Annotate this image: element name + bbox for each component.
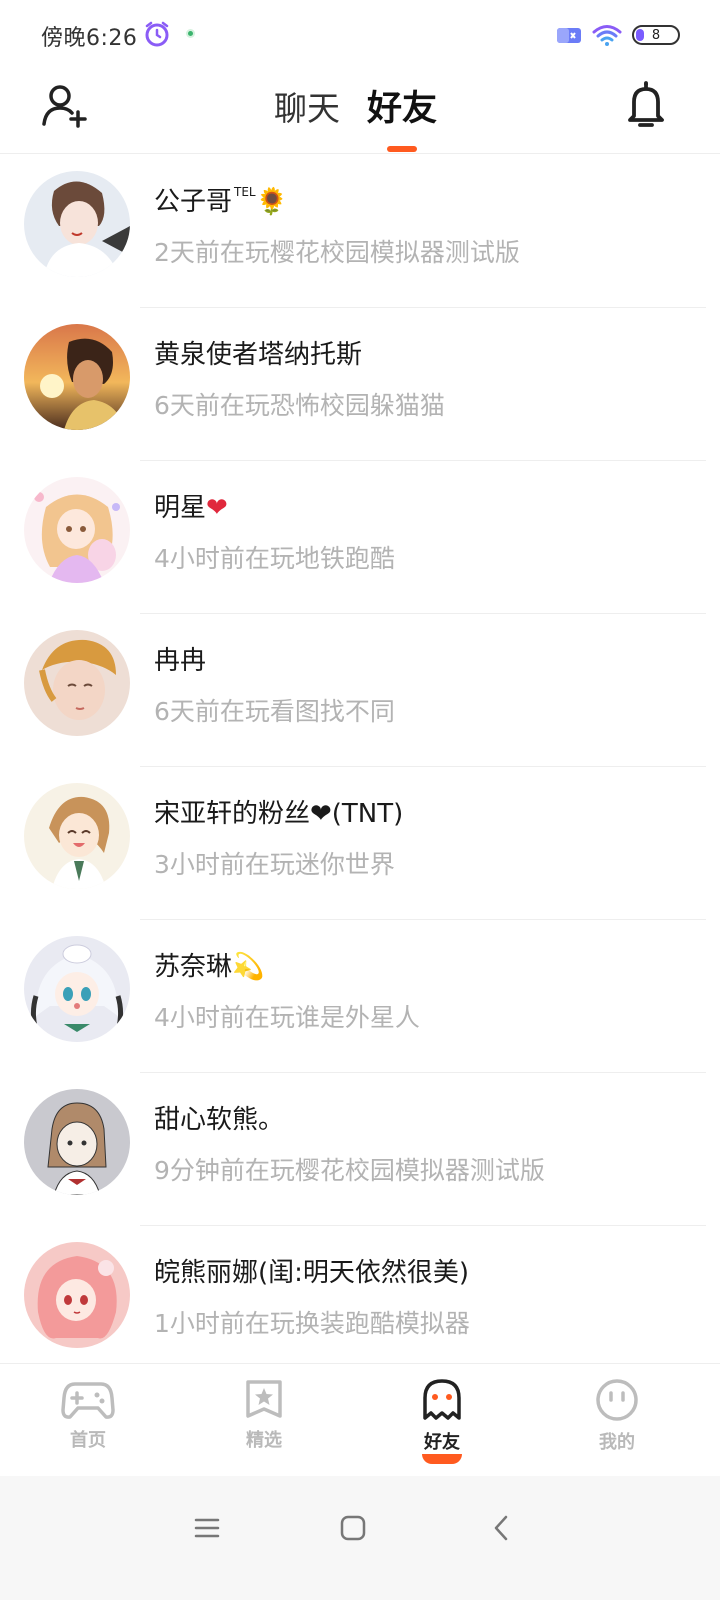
friend-activity: 4小时前在玩地铁跑酷 (154, 544, 395, 573)
avatar[interactable] (24, 477, 130, 583)
friend-activity: 2天前在玩樱花校园模拟器测试版 (154, 238, 520, 267)
nav-friends-label: 好友 (424, 1432, 460, 1453)
heart-emoji: ❤ (206, 493, 228, 523)
battery-level: 8 (651, 27, 661, 43)
friend-name: 皖熊丽娜(闺:明天依然很美) (154, 1258, 470, 1288)
avatar[interactable] (24, 324, 130, 430)
friend-name: 甜心软熊。 (154, 1105, 285, 1135)
gamepad-icon (61, 1382, 115, 1419)
bottom-nav: 首页 精选 好友 我的 (0, 1363, 720, 1475)
nav-home[interactable]: 首页 (38, 1378, 138, 1452)
back-icon[interactable] (482, 1508, 522, 1548)
friend-activity: 6天前在玩看图找不同 (154, 697, 395, 726)
status-bar: 傍晚6:26 8 (0, 0, 720, 68)
friend-name: 宋亚轩的粉丝❤(TNT) (154, 799, 404, 829)
nav-profile-label: 我的 (599, 1432, 635, 1453)
friend-list-item[interactable]: 皖熊丽娜(闺:明天依然很美) 1小时前在玩换装跑酷模拟器 (0, 1226, 720, 1379)
home-square-icon[interactable] (333, 1508, 373, 1548)
face-icon (596, 1379, 638, 1421)
nav-friends[interactable]: 好友 (392, 1378, 492, 1454)
friend-name: 冉冉 (154, 646, 207, 676)
avatar[interactable] (24, 1089, 130, 1195)
friend-activity: 6天前在玩恐怖校园躲猫猫 (154, 391, 445, 420)
friend-name: 公子哥 TEL🌻 (154, 185, 288, 217)
status-indicators: 8 (556, 22, 680, 48)
friend-list-item[interactable]: 甜心软熊。 9分钟前在玩樱花校园模拟器测试版 (0, 1073, 720, 1226)
avatar[interactable] (24, 783, 130, 889)
friend-activity: 4小时前在玩谁是外星人 (154, 1003, 420, 1032)
avatar[interactable] (24, 630, 130, 736)
friend-list: 公子哥 TEL🌻 2天前在玩樱花校园模拟器测试版 黄泉使者塔纳托斯 6天前在玩恐怖… (0, 155, 720, 1379)
top-header: 聊天 好友 (0, 68, 720, 154)
friend-list-item[interactable]: 明星❤ 4小时前在玩地铁跑酷 (0, 461, 720, 614)
friend-activity: 1小时前在玩换装跑酷模拟器 (154, 1309, 470, 1338)
ghost-icon (423, 1379, 461, 1420)
alarm-clock-icon (145, 21, 169, 47)
friend-list-item[interactable]: 冉冉 6天前在玩看图找不同 (0, 614, 720, 767)
nav-home-label: 首页 (70, 1430, 106, 1451)
tab-chat[interactable]: 聊天 (274, 82, 340, 130)
star-badge-icon (246, 1380, 282, 1418)
friend-list-item[interactable]: 苏奈琳💫 4小时前在玩谁是外星人 (0, 920, 720, 1073)
add-friend-icon[interactable] (40, 82, 88, 130)
tab-friends[interactable]: 好友 (367, 80, 437, 131)
nav-profile[interactable]: 我的 (567, 1378, 667, 1454)
wifi-icon (592, 25, 622, 46)
avatar[interactable] (24, 936, 130, 1042)
battery-indicator: 8 (632, 25, 680, 45)
notification-dot-icon (186, 29, 195, 38)
avatar[interactable] (24, 171, 130, 277)
dizzy-emoji: 💫 (232, 952, 265, 982)
friend-activity: 3小时前在玩迷你世界 (154, 850, 395, 879)
sim-card-icon (557, 28, 581, 43)
nav-featured[interactable]: 精选 (214, 1378, 314, 1452)
friend-list-item[interactable]: 宋亚轩的粉丝❤(TNT) 3小时前在玩迷你世界 (0, 767, 720, 920)
active-tab-indicator (387, 146, 417, 152)
sunflower-emoji: 🌻 (255, 187, 288, 217)
bell-icon[interactable] (622, 80, 670, 130)
friend-name: 苏奈琳💫 (154, 952, 265, 982)
system-navigation-bar (0, 1476, 720, 1600)
avatar[interactable] (24, 1242, 130, 1348)
status-time: 傍晚6:26 (41, 26, 138, 51)
nav-featured-label: 精选 (246, 1430, 282, 1451)
menu-icon[interactable] (187, 1508, 227, 1548)
friend-name: 黄泉使者塔纳托斯 (154, 340, 363, 370)
friend-name: 明星❤ (154, 493, 228, 523)
active-nav-indicator (422, 1454, 462, 1464)
friend-list-item[interactable]: 黄泉使者塔纳托斯 6天前在玩恐怖校园躲猫猫 (0, 308, 720, 461)
friend-list-item[interactable]: 公子哥 TEL🌻 2天前在玩樱花校园模拟器测试版 (0, 155, 720, 308)
friend-activity: 9分钟前在玩樱花校园模拟器测试版 (154, 1156, 545, 1185)
